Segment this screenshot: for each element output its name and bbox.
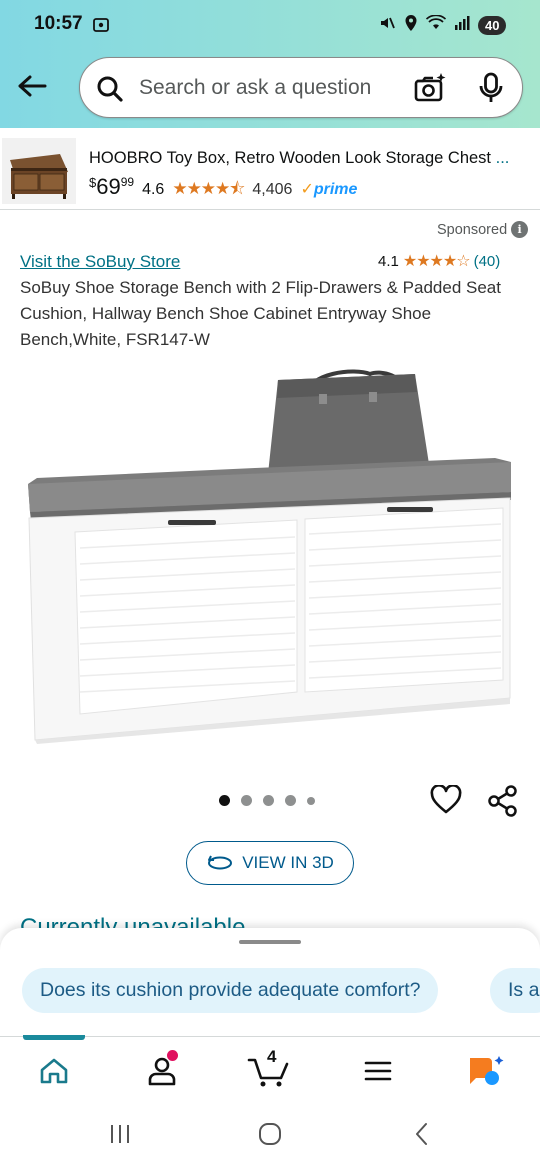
search-input[interactable]: Search or ask a question	[139, 76, 371, 100]
wishlist-heart-icon[interactable]	[430, 784, 462, 820]
carousel-dot[interactable]	[307, 796, 315, 805]
rufus-assistant-icon	[470, 1056, 504, 1085]
battery-indicator: 40	[478, 15, 507, 35]
sponsored-product-title[interactable]: HOOBRO Toy Box, Retro Wooden Look Storag…	[89, 149, 529, 168]
sponsored-product-price: $6999	[89, 174, 134, 200]
home-button-icon[interactable]	[258, 1122, 282, 1151]
suggestion-chip[interactable]: Is a	[490, 968, 540, 1013]
notification-dot	[167, 1050, 178, 1061]
view-in-3d-label: VIEW IN 3D	[242, 853, 334, 872]
price-dollars: 69	[96, 174, 121, 199]
signal-icon	[454, 15, 470, 36]
sponsored-label-text: Sponsored	[437, 221, 508, 238]
status-icons: 40	[378, 12, 507, 38]
star-rating-icon: ★★★★⯪	[172, 179, 245, 198]
cart-count: 4	[267, 1047, 277, 1066]
sponsored-product-review-count: 4,406	[252, 181, 293, 198]
screenshot-notification-icon	[92, 16, 110, 39]
nav-cart[interactable]: 4	[247, 1047, 291, 1091]
carousel-dot[interactable]	[263, 795, 274, 806]
suggestion-chip[interactable]: Does its cushion provide adequate comfor…	[22, 968, 439, 1013]
system-back-icon[interactable]	[412, 1122, 432, 1151]
app-header: 10:57 40 Search or ask a question	[0, 0, 540, 128]
sponsored-product-ellipsis: ...	[495, 149, 510, 167]
back-arrow-icon	[18, 75, 47, 97]
sponsored-product-title-text: HOOBRO Toy Box, Retro Wooden Look Storag…	[89, 149, 492, 167]
status-time: 10:57	[34, 13, 83, 34]
rufus-suggestions-sheet[interactable]: Does its cushion provide adequate comfor…	[0, 928, 540, 1036]
home-icon	[40, 1058, 68, 1084]
sponsored-product-banner[interactable]: HOOBRO Toy Box, Retro Wooden Look Storag…	[0, 128, 540, 210]
rotate-3d-icon	[208, 855, 233, 870]
price-cents: 99	[120, 175, 135, 189]
carousel-dot[interactable]	[285, 795, 296, 806]
carousel-dot[interactable]	[241, 795, 252, 806]
nav-home[interactable]	[32, 1051, 76, 1091]
microphone-icon[interactable]	[478, 72, 504, 109]
prime-badge: ✓prime	[300, 179, 357, 199]
prime-check-icon: ✓	[300, 181, 314, 198]
sponsored-label[interactable]: Sponsored i	[437, 221, 529, 238]
bottom-navigation: 4	[0, 1035, 540, 1100]
share-icon[interactable]	[487, 785, 519, 822]
product-image[interactable]	[25, 362, 515, 744]
prime-label: prime	[313, 181, 358, 198]
sponsored-product-rating: 4.6	[142, 181, 165, 198]
sheet-drag-handle[interactable]	[239, 940, 301, 944]
search-icon	[96, 75, 124, 108]
mute-icon	[378, 14, 396, 37]
wifi-icon	[425, 14, 447, 36]
location-icon	[404, 14, 418, 37]
view-in-3d-button[interactable]: VIEW IN 3D	[186, 841, 354, 885]
nav-account[interactable]	[140, 1050, 184, 1091]
back-button[interactable]	[14, 68, 50, 104]
nav-menu[interactable]	[356, 1051, 400, 1091]
sponsored-product-meta: $6999 4.6 ★★★★⯪ 4,406 ✓prime	[89, 174, 357, 205]
product-star-icon: ★★★★☆	[402, 253, 471, 270]
bench-body	[28, 497, 511, 744]
menu-icon	[364, 1061, 392, 1081]
carousel-dot[interactable]	[219, 795, 230, 806]
product-rating[interactable]: 4.1 ★★★★☆ (40)	[378, 251, 500, 271]
info-icon[interactable]: i	[511, 221, 529, 238]
visit-store-link[interactable]: Visit the SoBuy Store	[20, 252, 180, 272]
search-bar[interactable]: Search or ask a question	[79, 57, 523, 118]
product-rating-value: 4.1	[378, 252, 399, 270]
recent-apps-icon[interactable]	[108, 1122, 132, 1151]
image-carousel-dots[interactable]	[219, 795, 315, 806]
product-title: SoBuy Shoe Storage Bench with 2 Flip-Dra…	[20, 278, 501, 349]
camera-search-icon[interactable]	[413, 72, 447, 109]
active-tab-indicator	[23, 1035, 85, 1040]
status-bar: 10:57 40	[0, 0, 540, 50]
nav-rufus[interactable]	[464, 1051, 508, 1091]
system-navigation-bar	[0, 1100, 540, 1170]
product-review-count[interactable]: (40)	[474, 253, 501, 270]
sponsored-product-thumbnail[interactable]	[2, 138, 76, 204]
